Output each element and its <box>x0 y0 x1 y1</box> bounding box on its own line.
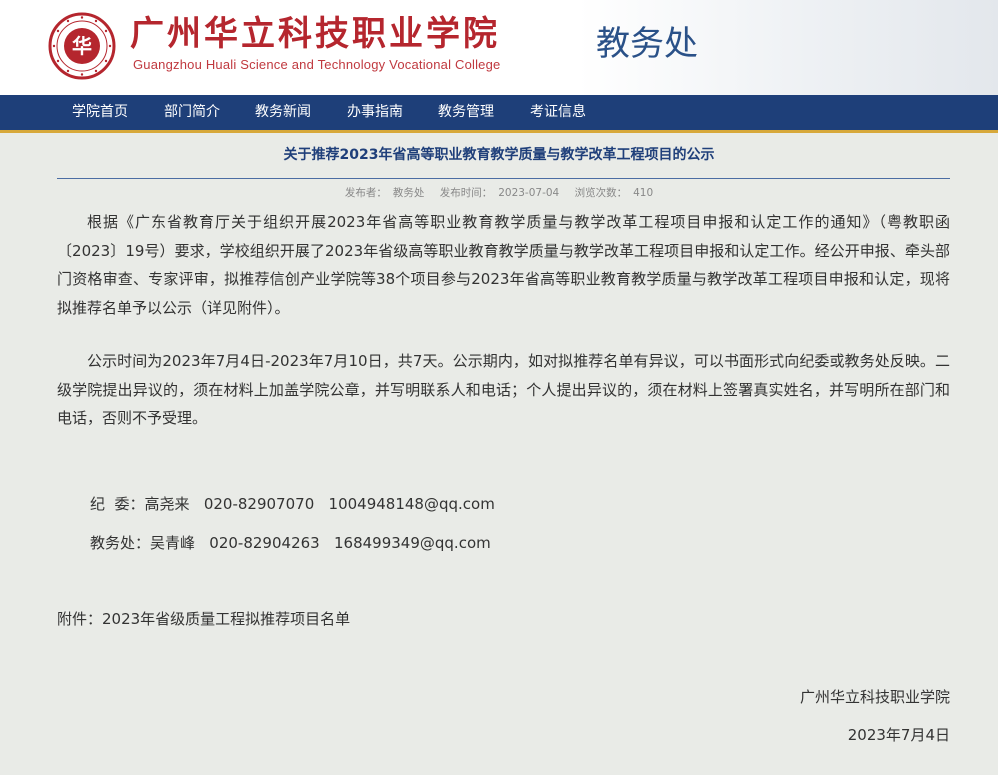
nav-item-management[interactable]: 教务管理 <box>438 95 494 130</box>
nav-item-certificates[interactable]: 考证信息 <box>530 95 586 130</box>
meta-views: 浏览次数： 410 <box>574 187 654 199</box>
attachment-link[interactable]: 附件：2023年省级质量工程拟推荐项目名单 <box>57 609 350 629</box>
title-divider <box>57 178 950 179</box>
site-header: 华 广州华立科技职业学院 Guangzhou Huali Science and… <box>0 0 998 95</box>
article-meta: 发布者： 教务处 发布时间： 2023-07-04 浏览次数： 410 <box>0 186 998 200</box>
main-nav: 学院首页 部门简介 教务新闻 办事指南 教务管理 考证信息 <box>0 95 998 133</box>
signature-org: 广州华立科技职业学院 <box>799 688 950 706</box>
school-name-en: Guangzhou Huali Science and Technology V… <box>133 57 501 72</box>
article-paragraph-2: 公示时间为2023年7月4日-2023年7月10日，共7天。公示期内，如对拟推荐… <box>57 352 950 428</box>
nav-item-home[interactable]: 学院首页 <box>72 95 128 130</box>
school-name-cn: 广州华立科技职业学院 <box>130 14 500 54</box>
school-seal-logo[interactable]: 华 <box>48 12 116 80</box>
signature-date: 2023年7月4日 <box>847 726 950 744</box>
contact-discipline: 纪 委：高尧来 020-82907070 1004948148@qq.com <box>90 495 495 513</box>
meta-publisher: 发布者： 教务处 <box>344 187 425 199</box>
nav-item-guide[interactable]: 办事指南 <box>347 95 403 130</box>
nav-item-about[interactable]: 部门简介 <box>164 95 220 130</box>
meta-date: 发布时间： 2023-07-04 <box>439 187 560 199</box>
nav-item-news[interactable]: 教务新闻 <box>255 95 311 130</box>
contact-academic-affairs: 教务处：吴青峰 020-82904263 168499349@qq.com <box>90 534 491 552</box>
seal-glyph: 华 <box>72 34 92 58</box>
department-title: 教务处 <box>596 24 698 64</box>
article-paragraph-1: 根据《广东省教育厅关于组织开展2023年省高等职业教育教学质量与教学改革工程项目… <box>57 213 950 317</box>
article-title: 关于推荐2023年省高等职业教育教学质量与教学改革工程项目的公示 <box>283 147 715 163</box>
